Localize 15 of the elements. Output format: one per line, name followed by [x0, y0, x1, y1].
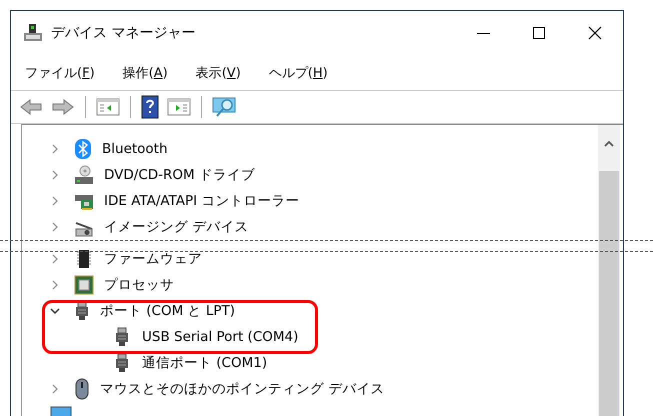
tree-item[interactable]: USB Serial Port (COM4)	[142, 329, 298, 345]
window-title: デバイス マネージャー	[51, 24, 196, 42]
menu-item[interactable]: ファイル(F)	[19, 62, 101, 84]
menu-item[interactable]: 表示(V)	[190, 62, 247, 84]
tree-item[interactable]: マウスとそのほかのポインティング デバイス	[100, 381, 384, 397]
tree-item[interactable]: ファームウェア	[104, 251, 202, 267]
tree-item[interactable]: IDE ATA/ATAPI コントローラー	[104, 193, 300, 209]
tree-item[interactable]: イメージング デバイス	[104, 219, 248, 235]
tree-item[interactable]: 通信ポート (COM1)	[142, 355, 268, 371]
tree-item[interactable]: DVD/CD-ROM ドライブ	[104, 167, 255, 183]
tree-item[interactable]: ポート (COM と LPT)	[100, 303, 236, 319]
tree-item[interactable]: Bluetooth	[102, 141, 168, 157]
menu-item[interactable]: ヘルプ(H)	[262, 62, 334, 84]
tree-item[interactable]: プロセッサ	[104, 277, 174, 293]
menu-item[interactable]: 操作(A)	[116, 62, 174, 84]
